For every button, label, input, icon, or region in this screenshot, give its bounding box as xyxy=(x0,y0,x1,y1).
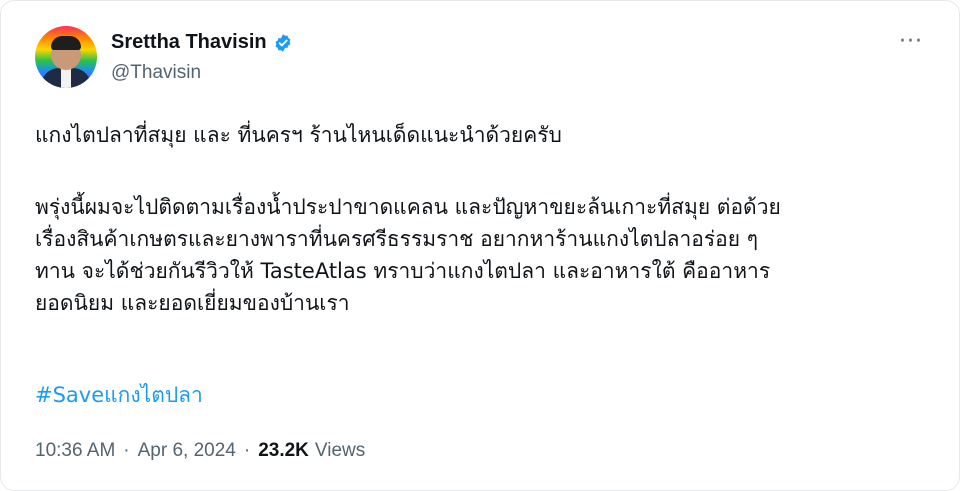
avatar[interactable] xyxy=(35,26,97,88)
hashtag-link[interactable]: #Saveแกงไตปลา xyxy=(35,379,203,412)
author-name-row: Srettha Thavisin xyxy=(111,31,293,54)
tweet-paragraph: พรุ่งนี้ผมจะไปติดตามเรื่องน้ำประปาขาดแคล… xyxy=(35,191,935,319)
more-options-icon[interactable]: ··· xyxy=(899,29,923,54)
meta-separator: · xyxy=(243,440,251,461)
tweet-line: ยอดนิยม และยอดเยี่ยมของบ้านเรา xyxy=(35,291,350,315)
tweet-line: พรุ่งนี้ผมจะไปติดตามเรื่องน้ำประปาขาดแคล… xyxy=(35,195,781,219)
tweet-card: Srettha Thavisin @Thavisin ··· แกงไตปลาท… xyxy=(0,0,960,491)
tweet-date[interactable]: Apr 6, 2024 xyxy=(138,440,236,462)
views-count[interactable]: 23.2K xyxy=(258,440,309,462)
tweet-meta: 10:36 AM · Apr 6, 2024 · 23.2K Views xyxy=(35,440,365,462)
avatar-hair xyxy=(51,36,81,50)
verified-badge-icon[interactable] xyxy=(273,33,293,53)
avatar-shirt xyxy=(61,68,71,88)
tweet-time[interactable]: 10:36 AM xyxy=(35,440,115,462)
author-display-name[interactable]: Srettha Thavisin xyxy=(111,31,267,54)
tweet-line: ทาน จะได้ช่วยกันรีวิวให้ TasteAtlas ทราบ… xyxy=(35,259,771,283)
author-handle[interactable]: @Thavisin xyxy=(111,62,201,84)
tweet-text: แกงไตปลาที่สมุย และ ที่นครฯ ร้านไหนเด็ดแ… xyxy=(35,119,935,319)
meta-separator: · xyxy=(123,440,130,461)
views-label: Views xyxy=(314,440,366,461)
tweet-line: เรื่องสินค้าเกษตรและยางพาราที่นครศรีธรรม… xyxy=(35,227,759,251)
tweet-line: แกงไตปลาที่สมุย และ ที่นครฯ ร้านไหนเด็ดแ… xyxy=(35,123,562,147)
